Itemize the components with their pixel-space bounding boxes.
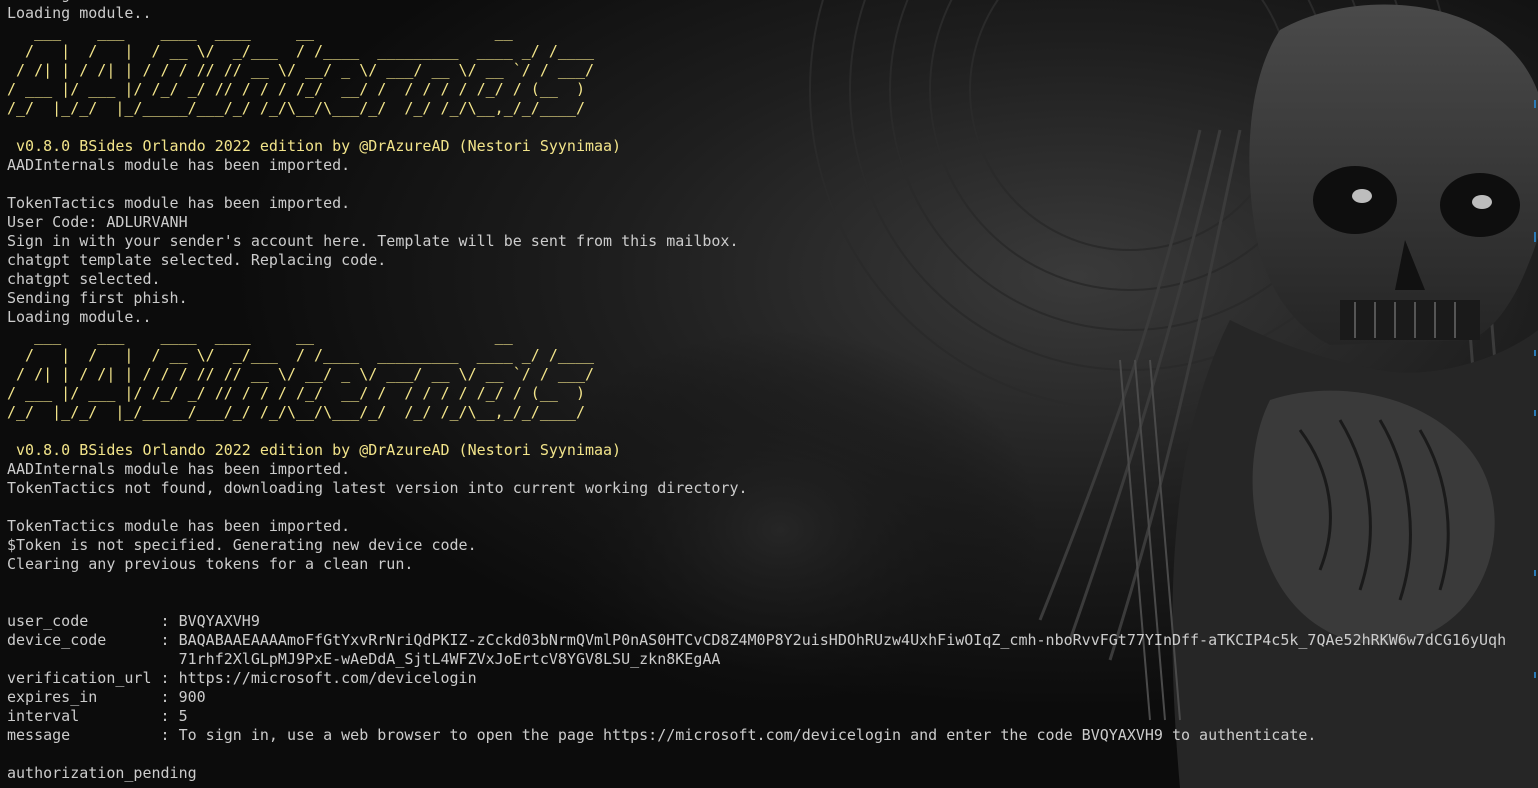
scrollbar-mark bbox=[1534, 410, 1536, 416]
terminal-line: Sending first phish. bbox=[7, 289, 188, 307]
terminal-line: device_code : BAQABAAEAAAAmoFfGtYxvRrNri… bbox=[7, 631, 1507, 649]
ascii-banner-line: ___ ___ ____ ____ __ __ bbox=[7, 23, 513, 41]
terminal-output[interactable]: Loading module.. Loading module.. ___ ___… bbox=[7, 0, 1506, 783]
terminal-line: interval : 5 bbox=[7, 707, 188, 725]
ascii-banner-line: / | / | / __ \/ _/___ / /____ _________ … bbox=[7, 42, 594, 60]
version-banner-line: v0.8.0 BSides Orlando 2022 edition by @D… bbox=[7, 137, 622, 155]
scrollbar-mark bbox=[1534, 672, 1536, 678]
terminal-window[interactable]: Loading module.. Loading module.. ___ ___… bbox=[0, 0, 1538, 788]
ascii-banner-line: / /| | / /| | / / / // // __ \/ __/ _ \/… bbox=[7, 365, 594, 383]
terminal-line: user_code : BVQYAXVH9 bbox=[7, 612, 260, 630]
ascii-banner-line: /_/ |_/_/ |_/_____/___/_/ /_/\__/\___/_/… bbox=[7, 99, 585, 117]
scrollbar-mark bbox=[1534, 570, 1536, 576]
terminal-line: $Token is not specified. Generating new … bbox=[7, 536, 477, 554]
terminal-line: Loading module.. bbox=[7, 4, 152, 22]
scrollbar-mark bbox=[1534, 100, 1536, 108]
terminal-line: Loading module.. bbox=[7, 308, 152, 326]
terminal-line: expires_in : 900 bbox=[7, 688, 206, 706]
terminal-line: Sign in with your sender's account here.… bbox=[7, 232, 739, 250]
ascii-banner-line: / | / | / __ \/ _/___ / /____ _________ … bbox=[7, 346, 594, 364]
ascii-banner-line: / /| | / /| | / / / // // __ \/ __/ _ \/… bbox=[7, 61, 594, 79]
ascii-banner-line: / ___ |/ ___ |/ /_/ _/ // / / / /_/ __/ … bbox=[7, 80, 585, 98]
terminal-line: AADInternals module has been imported. bbox=[7, 156, 351, 174]
terminal-line: 71rhf2XlGLpMJ9PxE-wAeDdA_SjtL4WFZVxJoErt… bbox=[7, 650, 721, 668]
terminal-line: verification_url : https://microsoft.com… bbox=[7, 669, 477, 687]
terminal-line: TokenTactics module has been imported. bbox=[7, 517, 351, 535]
terminal-line: AADInternals module has been imported. bbox=[7, 460, 351, 478]
terminal-line: message : To sign in, use a web browser … bbox=[7, 726, 1317, 744]
scrollbar-mark bbox=[1534, 232, 1536, 242]
terminal-line: TokenTactics module has been imported. bbox=[7, 194, 351, 212]
terminal-line: TokenTactics not found, downloading late… bbox=[7, 479, 748, 497]
terminal-line: User Code: ADLURVANH bbox=[7, 213, 188, 231]
scrollbar-mark bbox=[1534, 350, 1536, 356]
terminal-line: chatgpt template selected. Replacing cod… bbox=[7, 251, 387, 269]
ascii-banner-line: ___ ___ ____ ____ __ __ bbox=[7, 327, 513, 345]
ascii-banner-line: /_/ |_/_/ |_/_____/___/_/ /_/\__/\___/_/… bbox=[7, 403, 585, 421]
terminal-line: chatgpt selected. bbox=[7, 270, 161, 288]
ascii-banner-line: / ___ |/ ___ |/ /_/ _/ // / / / /_/ __/ … bbox=[7, 384, 585, 402]
terminal-line: authorization_pending bbox=[7, 764, 197, 782]
terminal-line: Clearing any previous tokens for a clean… bbox=[7, 555, 414, 573]
version-banner-line: v0.8.0 BSides Orlando 2022 edition by @D… bbox=[7, 441, 622, 459]
